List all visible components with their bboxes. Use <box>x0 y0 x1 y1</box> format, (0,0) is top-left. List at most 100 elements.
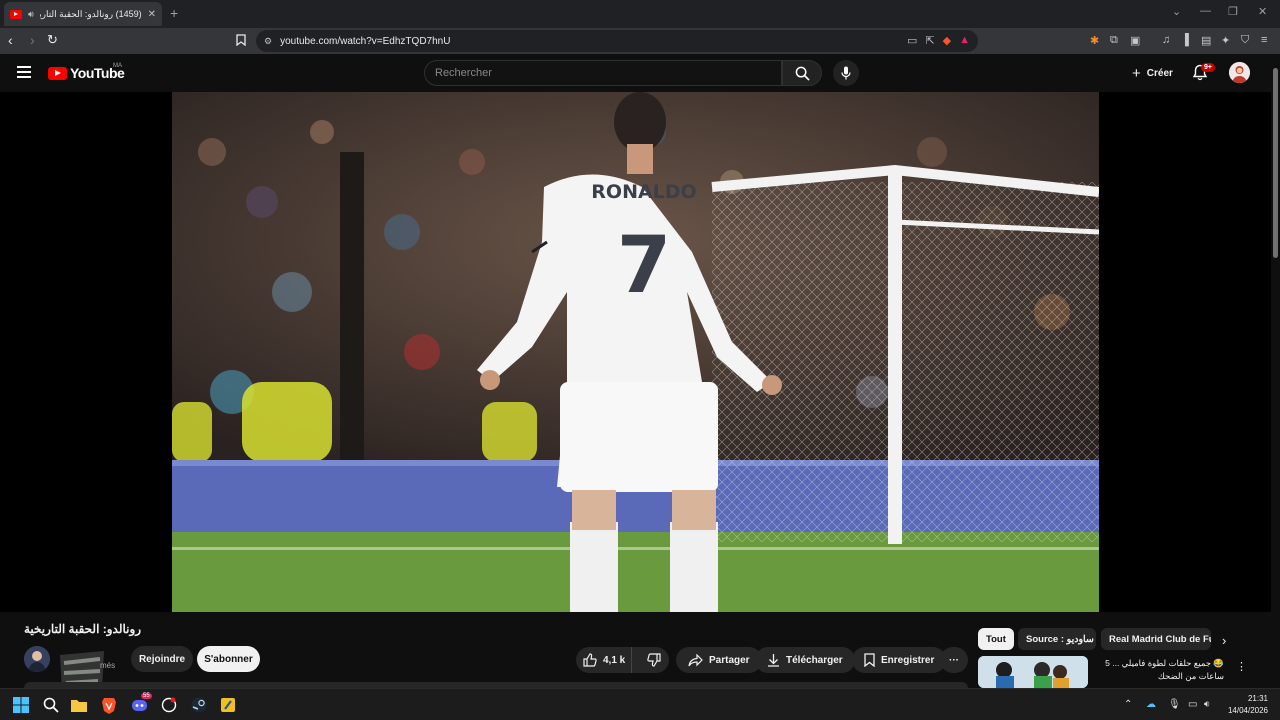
search-button[interactable] <box>782 60 822 86</box>
channel-avatar[interactable] <box>24 646 50 672</box>
site-settings-icon[interactable]: ⚙︎ <box>264 36 272 47</box>
video-title: رونالدو: الحقبة التاريخية <box>24 622 142 636</box>
sidebar-icon[interactable]: ▐ <box>1181 34 1189 46</box>
channel-subscriber-count: més <box>100 661 116 670</box>
restore-button[interactable]: ❐ <box>1228 5 1238 18</box>
like-count: 4,1 k <box>603 654 626 666</box>
vpn-shield-icon[interactable]: ⛉ <box>1241 34 1249 47</box>
search-input[interactable]: Rechercher <box>424 60 782 86</box>
share-page-icon[interactable]: ⇱ <box>925 34 934 47</box>
account-avatar[interactable] <box>1229 62 1250 83</box>
page-scrollbar[interactable] <box>1271 54 1280 688</box>
notifications-badge: 9+ <box>1201 63 1215 72</box>
guide-menu-icon[interactable] <box>17 66 31 78</box>
forward-icon[interactable]: › <box>30 32 35 48</box>
media-controls-icon[interactable]: ♫ <box>1162 34 1170 46</box>
chip-real-madrid[interactable]: Real Madrid Club de Fútbol <box>1101 628 1211 650</box>
youtube-play-logo-icon <box>48 66 67 80</box>
tray-cloud-icon[interactable]: ☁︎ <box>1146 699 1156 710</box>
more-actions-button[interactable]: ··· <box>940 647 968 673</box>
app-icon-yellow[interactable] <box>219 696 237 714</box>
tray-network-icon[interactable]: ▭ <box>1188 699 1197 710</box>
subscribe-button[interactable]: S'abonner <box>197 646 260 672</box>
create-button[interactable]: + Créer <box>1124 62 1181 84</box>
thumbs-up-icon <box>583 653 597 667</box>
speaker-icon[interactable]: 🔊︎ <box>28 9 34 20</box>
scrollbar-thumb[interactable] <box>1273 68 1278 258</box>
browser-toolbar: ‹ › ↻ ⚙︎ youtube.com/watch?v=EdhzTQD7hnU… <box>0 28 1280 54</box>
back-icon[interactable]: ‹ <box>8 32 13 48</box>
clock-date: 14/04/2026 <box>1227 706 1268 715</box>
address-bar[interactable]: ⚙︎ youtube.com/watch?v=EdhzTQD7hnU ▭ ⇱ ◆… <box>256 30 978 52</box>
voice-search-button[interactable] <box>833 60 859 86</box>
dislike-button[interactable] <box>638 647 669 673</box>
steam-icon[interactable] <box>190 696 208 714</box>
youtube-favicon-icon <box>10 9 22 19</box>
extension-icon-1[interactable]: ✱ <box>1090 34 1099 47</box>
close-tab-icon[interactable]: ✕ <box>148 9 156 20</box>
download-button[interactable]: Télécharger <box>755 647 855 673</box>
url-text: youtube.com/watch?v=EdhzTQD7hnU <box>280 35 451 47</box>
brave-shields-icon[interactable]: ◆ <box>943 34 951 47</box>
country-code: MA <box>113 63 122 69</box>
browser-tab-strip: 🔊︎ (1459) رونالدو: الحقبة التاريخية ✕ + … <box>0 0 1280 28</box>
minimize-button[interactable]: — <box>1200 5 1211 17</box>
taskbar-clock[interactable]: 21:31 14/04/2026 <box>1222 693 1268 717</box>
browser-tab[interactable]: 🔊︎ (1459) رونالدو: الحقبة التاريخية ✕ <box>4 2 162 26</box>
search-icon <box>795 66 810 81</box>
plus-icon: + <box>1132 64 1141 82</box>
brave-browser-icon[interactable] <box>100 696 118 714</box>
share-arrow-icon <box>688 653 703 666</box>
save-label: Enregistrer <box>881 654 935 666</box>
thumbs-down-icon <box>646 653 661 667</box>
tab-title: (1459) رونالدو: الحقبة التاريخية <box>39 8 142 19</box>
save-button[interactable]: Enregistrer <box>852 647 947 673</box>
share-label: Partager <box>709 654 750 666</box>
microphone-icon <box>841 66 851 80</box>
reload-icon[interactable]: ↻ <box>47 32 58 48</box>
youtube-masthead: YouTube MA Rechercher + Créer 9+ <box>0 54 1280 92</box>
clock-time: 21:31 <box>1247 694 1268 703</box>
like-button[interactable]: 4,1 k <box>576 647 633 673</box>
video-frame[interactable]: RONALDO 7 <box>172 92 1099 612</box>
discord-badge: 55 <box>141 693 152 699</box>
extension-icon-2[interactable]: ▣ <box>1130 34 1140 47</box>
save-bookmark-icon <box>864 653 875 667</box>
chips-next-chevron-icon[interactable]: › <box>1222 633 1226 648</box>
leo-ai-icon[interactable]: ✦ <box>1221 34 1230 47</box>
windows-taskbar: 55 ⌃ ☁︎ 🎙︎ ▭ 🔉︎ 21:31 14/04/2026 <box>0 688 1280 720</box>
recommended-thumbnail[interactable] <box>978 656 1088 688</box>
like-dislike-segment: 4,1 k <box>576 647 669 673</box>
tab-search-chevron-icon[interactable]: ⌄ <box>1172 5 1181 18</box>
share-button[interactable]: Partager <box>676 647 762 673</box>
jersey-number: 7 <box>617 221 671 311</box>
more-dots-icon: ··· <box>949 654 959 666</box>
extensions-puzzle-icon[interactable]: ⧉ <box>1110 34 1118 47</box>
app-icon-clock[interactable] <box>160 696 178 714</box>
taskbar-search-icon[interactable] <box>42 696 60 714</box>
chip-source[interactable]: Source : ساوديو <box>1018 628 1096 650</box>
windows-start-icon[interactable] <box>12 696 30 714</box>
jersey-name: RONALDO <box>591 181 696 203</box>
browser-menu-icon[interactable]: ≡ <box>1261 34 1267 46</box>
file-explorer-icon[interactable] <box>70 696 88 714</box>
create-label: Créer <box>1146 67 1173 79</box>
download-label: Télécharger <box>786 654 843 666</box>
wallet-icon[interactable]: ▤ <box>1201 34 1211 47</box>
download-icon <box>768 654 779 667</box>
close-window-button[interactable]: ✕ <box>1258 5 1267 18</box>
tray-microphone-icon[interactable]: 🎙︎ <box>1168 699 1181 710</box>
cast-icon[interactable]: ▭ <box>907 34 917 47</box>
recommended-video-title[interactable]: 😂 جميع حلقات لطوة فاميلي ... 5 ساعات من … <box>1094 657 1224 683</box>
video-player[interactable]: RONALDO 7 <box>0 92 1271 612</box>
brave-rewards-icon[interactable]: ▲ <box>959 34 970 47</box>
tray-overflow-chevron-icon[interactable]: ⌃ <box>1124 699 1132 710</box>
video-scene: RONALDO 7 <box>172 92 1099 612</box>
recommended-menu-icon[interactable]: ⋮ <box>1236 660 1247 673</box>
bookmark-icon[interactable] <box>236 34 246 49</box>
new-tab-button[interactable]: + <box>170 5 178 21</box>
chip-all[interactable]: Tout <box>978 628 1014 650</box>
join-button[interactable]: Rejoindre <box>131 646 193 672</box>
search-placeholder: Rechercher <box>435 67 492 79</box>
tray-volume-icon[interactable]: 🔉︎ <box>1204 699 1210 710</box>
